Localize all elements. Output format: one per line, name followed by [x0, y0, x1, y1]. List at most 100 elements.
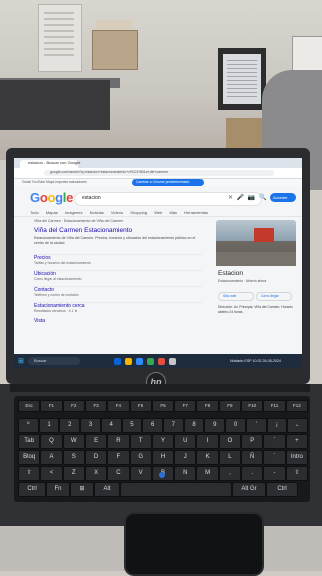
- keyboard-key[interactable]: F: [107, 450, 130, 465]
- keyboard-key[interactable]: º: [18, 418, 39, 433]
- keyboard-key[interactable]: 2: [59, 418, 81, 433]
- taskbar-app-icon[interactable]: [136, 358, 143, 365]
- knowledge-panel-address: Dirección: Av. Principal, Viña del Carme…: [218, 305, 294, 314]
- keyboard-key[interactable]: P: [241, 434, 264, 449]
- taskbar-app-icon[interactable]: [114, 358, 121, 365]
- keyboard-key[interactable]: N: [174, 466, 197, 481]
- taskbar-app-icon[interactable]: [147, 358, 154, 365]
- keyboard-key[interactable]: F1: [40, 400, 63, 412]
- keyboard-key[interactable]: H: [151, 450, 175, 465]
- keyboard-key[interactable]: ⊞: [70, 482, 94, 497]
- keyboard-key[interactable]: 1: [38, 418, 60, 433]
- taskbar-app-icon[interactable]: [125, 358, 132, 365]
- keyboard-key[interactable]: W: [62, 434, 85, 449]
- sitelink-item[interactable]: Estacionamiento cerca Resultados cercanos…: [34, 302, 202, 319]
- keyboard-key[interactable]: F5: [129, 400, 152, 412]
- keyboard-key[interactable]: 3: [80, 418, 101, 433]
- keyboard-key[interactable]: D: [84, 450, 108, 465]
- keyboard-key[interactable]: F7: [174, 400, 197, 412]
- keyboard-key[interactable]: ': [245, 418, 267, 433]
- keyboard-key[interactable]: Ñ: [241, 450, 264, 465]
- bookmarks-links[interactable]: Gmail YouTube Maps Importar marcadores: [22, 180, 87, 184]
- result-title-link[interactable]: Viña del Carmen Estacionamiento: [34, 227, 132, 234]
- keyboard-key[interactable]: 9: [204, 418, 226, 433]
- keyboard-key[interactable]: M: [196, 466, 219, 481]
- keyboard-key[interactable]: J: [174, 450, 197, 465]
- keyboard-key[interactable]: V: [129, 466, 152, 481]
- website-button-label: Sitio web: [223, 294, 237, 298]
- sitelink-subtitle: Resultados cercanos · 4,1 ★: [34, 309, 78, 313]
- keyboard-key[interactable]: Esc: [18, 400, 41, 412]
- keyboard-key[interactable]: L: [218, 450, 242, 465]
- keyboard-key[interactable]: Q: [40, 434, 63, 449]
- keyboard-key[interactable]: Y: [151, 434, 175, 449]
- keyboard-key[interactable]: <: [40, 466, 63, 481]
- website-button[interactable]: Sitio web: [218, 292, 254, 301]
- keyboard-key[interactable]: ,: [218, 466, 242, 481]
- windows-start-icon[interactable]: ⊞: [18, 357, 24, 365]
- keyboard-key[interactable]: 7: [163, 418, 184, 433]
- keyboard-key[interactable]: Fn: [46, 482, 70, 497]
- keyboard-key[interactable]: ⇧: [285, 466, 308, 481]
- keyboard-key[interactable]: F10: [241, 400, 264, 412]
- keyboard-key[interactable]: ´: [263, 450, 286, 465]
- keyboard-key[interactable]: F4: [107, 400, 130, 412]
- keyboard-key[interactable]: +: [285, 434, 308, 449]
- trackpoint[interactable]: [159, 472, 165, 478]
- keyboard-key[interactable]: ⇧: [18, 466, 41, 481]
- keyboard-key[interactable]: 0: [225, 418, 246, 433]
- keyboard-key[interactable]: I: [196, 434, 219, 449]
- keyboard-key[interactable]: F11: [263, 400, 286, 412]
- keyboard-key[interactable]: Tab: [18, 434, 41, 449]
- keyboard-key[interactable]: `: [263, 434, 286, 449]
- keyboard-key[interactable]: ←: [287, 418, 308, 433]
- keyboard-key[interactable]: ¡: [266, 418, 288, 433]
- photo-road: [216, 252, 296, 266]
- keyboard-key[interactable]: -: [263, 466, 286, 481]
- keyboard-key[interactable]: 8: [183, 418, 205, 433]
- keyboard-key[interactable]: G: [129, 450, 152, 465]
- keyboard-key[interactable]: 6: [142, 418, 163, 433]
- keyboard-key[interactable]: Alt Gr: [232, 482, 266, 497]
- keyboard-key[interactable]: Alt: [94, 482, 120, 497]
- keyboard-key[interactable]: A: [40, 450, 63, 465]
- keyboard-key[interactable]: S: [62, 450, 85, 465]
- keyboard-key[interactable]: E: [84, 434, 108, 449]
- keyboard-key[interactable]: Ctrl: [266, 482, 298, 497]
- keyboard-key[interactable]: [120, 482, 232, 497]
- search-tools-icon[interactable]: ✕ 🎤 📷 🔍: [228, 194, 267, 201]
- keyboard-key[interactable]: F12: [285, 400, 308, 412]
- keyboard-key[interactable]: 5: [121, 418, 143, 433]
- keyboard-key[interactable]: Intro: [285, 450, 308, 465]
- keyboard-key[interactable]: C: [107, 466, 130, 481]
- keyboard-key[interactable]: F2: [62, 400, 85, 412]
- system-tray[interactable]: Nublado ESP 10:32 28-05-2024: [230, 359, 281, 363]
- taskbar-app-icon[interactable]: [158, 358, 165, 365]
- keyboard-key[interactable]: F8: [196, 400, 219, 412]
- keyboard-key[interactable]: F6: [151, 400, 175, 412]
- keyboard-key[interactable]: X: [84, 466, 108, 481]
- sitelink-item[interactable]: Precios Tarifas y horarios del estacionam…: [34, 254, 202, 271]
- sitelink-item[interactable]: Contacto Teléfono y correo de contacto: [34, 286, 202, 303]
- default-browser-label: Cambiar a Chrome predeterminado: [136, 180, 190, 184]
- keyboard-key[interactable]: F3: [84, 400, 108, 412]
- keyboard-key[interactable]: U: [174, 434, 197, 449]
- google-logo[interactable]: Google: [30, 190, 73, 205]
- keyboard-key[interactable]: T: [129, 434, 152, 449]
- google-logo-letter: e: [66, 190, 74, 205]
- keyboard-key[interactable]: Ctrl: [18, 482, 46, 497]
- directions-button[interactable]: Cómo llegar: [256, 292, 292, 301]
- keyboard-key[interactable]: .: [241, 466, 264, 481]
- keyboard-key[interactable]: 4: [100, 418, 122, 433]
- taskbar-search-label: Buscar: [34, 358, 47, 363]
- smartphone: [124, 512, 264, 576]
- taskbar-app-icon[interactable]: [169, 358, 176, 365]
- keyboard-key[interactable]: O: [218, 434, 242, 449]
- keyboard-key[interactable]: Bloq: [18, 450, 41, 465]
- keyboard-key[interactable]: K: [196, 450, 219, 465]
- sitelink-item[interactable]: Ubicación Cómo llegar al estacionamiento: [34, 270, 202, 287]
- keyboard-key[interactable]: R: [107, 434, 130, 449]
- search-filters[interactable]: Todo Mapas Imágenes Noticias Videos Shop…: [30, 210, 208, 215]
- keyboard-key[interactable]: F9: [218, 400, 242, 412]
- keyboard-key[interactable]: Z: [62, 466, 85, 481]
